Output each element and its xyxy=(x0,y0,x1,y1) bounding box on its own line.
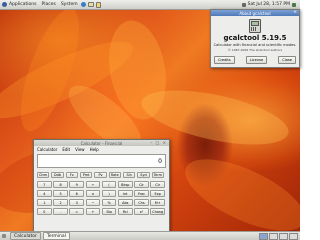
credits-button[interactable]: Credits xyxy=(214,56,235,64)
taskbar-terminal[interactable]: Terminal xyxy=(42,232,70,240)
calculator-display: 0 xyxy=(37,154,166,168)
applications-menu[interactable]: Applications xyxy=(2,2,37,7)
taskbar-calculator[interactable]: Calculator xyxy=(10,232,41,240)
calc-key[interactable]: 1 xyxy=(37,199,52,206)
network-icon[interactable] xyxy=(292,2,296,7)
menu-help[interactable]: Help xyxy=(90,147,99,152)
places-menu[interactable]: Places xyxy=(42,2,56,7)
close-button[interactable]: Close xyxy=(278,56,296,64)
volume-icon[interactable] xyxy=(241,2,246,7)
calc-key[interactable]: Bksp xyxy=(117,181,133,188)
calc-key[interactable]: 8 xyxy=(53,181,68,188)
calc-key[interactable]: x² xyxy=(134,208,149,215)
calc-key[interactable]: 5 xyxy=(53,190,68,197)
about-titlebar[interactable]: About gcalctool × xyxy=(211,10,299,16)
calc-key[interactable]: 3 xyxy=(69,199,85,206)
calc-key[interactable]: Ddb xyxy=(51,172,64,178)
calc-key[interactable]: Chs xyxy=(134,199,149,206)
license-button[interactable]: License xyxy=(245,56,268,64)
app-name: gcalctool 5.19.5 xyxy=(223,34,287,42)
calc-key[interactable]: % xyxy=(101,199,117,206)
calc-key[interactable]: Abs xyxy=(117,199,133,206)
calc-key[interactable]: 9 xyxy=(69,181,85,188)
bottom-panel: Calculator Terminal xyxy=(0,231,300,240)
calc-key[interactable]: − xyxy=(85,199,101,206)
button-label: License xyxy=(249,58,264,62)
close-icon[interactable]: × xyxy=(293,10,297,15)
workspace-1[interactable] xyxy=(259,233,268,240)
flower-petal xyxy=(8,2,92,138)
flower-petal xyxy=(175,144,300,240)
app-description: Calculator with financial and scientific… xyxy=(213,43,297,47)
calculator-title: Calculator - Financial xyxy=(80,140,123,146)
calc-key[interactable]: × xyxy=(85,190,101,197)
calculator-logo-icon xyxy=(249,19,261,33)
menu-calculator[interactable]: Calculator xyxy=(37,147,57,152)
notes-launcher-icon[interactable] xyxy=(95,1,101,8)
calculator-window: Calculator - Financial – □ × Calculator … xyxy=(33,139,170,233)
workspace-2[interactable] xyxy=(269,233,278,240)
system-menu[interactable]: System xyxy=(61,2,78,7)
flower-petal xyxy=(101,15,174,125)
menu-label: Applications xyxy=(9,2,37,7)
menu-label: Places xyxy=(41,2,56,7)
calc-key[interactable]: ÷ xyxy=(85,181,101,188)
calc-key[interactable]: Pmt xyxy=(79,172,93,178)
copyright: © 1987-2006 The Gcalctool authors xyxy=(227,47,283,52)
display-value: 0 xyxy=(158,157,162,165)
button-label: Credits xyxy=(218,58,231,62)
calc-key[interactable]: M+ xyxy=(150,199,165,206)
workspace-4[interactable] xyxy=(289,233,298,240)
calc-key[interactable]: + xyxy=(85,208,101,215)
calc-key[interactable]: 7 xyxy=(37,181,52,188)
calculator-keypad: 7 8 9 ÷(Bksp Clr Clr 4 5 6 ×) Int Frac Exp 1 2 3−% Abs Ch… xyxy=(37,181,166,215)
calc-key[interactable]: Clr xyxy=(134,181,149,188)
calculator-titlebar[interactable]: Calculator - Financial – □ × xyxy=(34,140,169,146)
calc-key[interactable]: Ctrm xyxy=(37,172,50,178)
calc-key[interactable]: Sln xyxy=(122,172,136,178)
about-dialog: About gcalctool × gcalctool 5.19.5 Calcu… xyxy=(210,9,300,68)
task-label: Calculator xyxy=(14,233,37,239)
calc-key[interactable]: Chang xyxy=(150,208,165,215)
menu-edit[interactable]: Edit xyxy=(62,147,70,152)
calc-key[interactable]: 6 xyxy=(69,190,85,197)
show-desktop-icon[interactable] xyxy=(2,234,6,238)
calc-key[interactable]: . xyxy=(53,208,68,215)
clock[interactable]: Sat Jul 28, 1:57 PM xyxy=(248,2,290,7)
workspace-switcher xyxy=(258,233,298,240)
calc-key[interactable]: ) xyxy=(101,190,117,197)
financial-keys-row: Ctrm Ddb Fv Pmt Pv Rate Sln Syd Term xyxy=(37,172,166,178)
about-title: About gcalctool xyxy=(239,10,271,16)
calc-key[interactable]: Pv xyxy=(94,172,107,178)
window-controls[interactable]: – □ × xyxy=(150,140,167,145)
calc-key[interactable]: 2 xyxy=(53,199,68,206)
calc-key[interactable]: Frac xyxy=(134,190,149,197)
button-label: Close xyxy=(282,58,292,62)
calc-key[interactable]: Fv xyxy=(65,172,78,178)
calc-key[interactable]: Clr xyxy=(150,181,165,188)
calc-key[interactable]: ( xyxy=(101,181,117,188)
panel-status-area: Sat Jul 28, 1:57 PM xyxy=(241,0,298,9)
menu-view[interactable]: View xyxy=(75,147,85,152)
calc-key[interactable]: Term xyxy=(151,172,164,178)
browser-launcher-icon[interactable] xyxy=(80,2,86,7)
flower-petal xyxy=(0,28,141,132)
calc-key[interactable]: Rate xyxy=(108,172,121,178)
workspace-3[interactable] xyxy=(279,233,288,240)
calc-key[interactable]: Rcl xyxy=(117,208,133,215)
calc-key[interactable]: 0 xyxy=(37,208,52,215)
calculator-menubar: Calculator Edit View Help xyxy=(34,146,169,152)
menu-label: System xyxy=(60,2,78,7)
calc-key[interactable]: Sto xyxy=(101,208,117,215)
gnome-foot-icon xyxy=(2,2,7,7)
task-label: Terminal xyxy=(46,233,66,239)
calc-key[interactable]: 4 xyxy=(37,190,52,197)
calc-key[interactable]: = xyxy=(69,208,85,215)
mail-launcher-icon[interactable] xyxy=(87,2,94,7)
calc-key[interactable]: Int xyxy=(117,190,133,197)
calc-key[interactable]: Syd xyxy=(137,172,150,178)
calc-key[interactable]: Exp xyxy=(150,190,165,197)
about-button-row: Credits License Close xyxy=(214,56,296,64)
